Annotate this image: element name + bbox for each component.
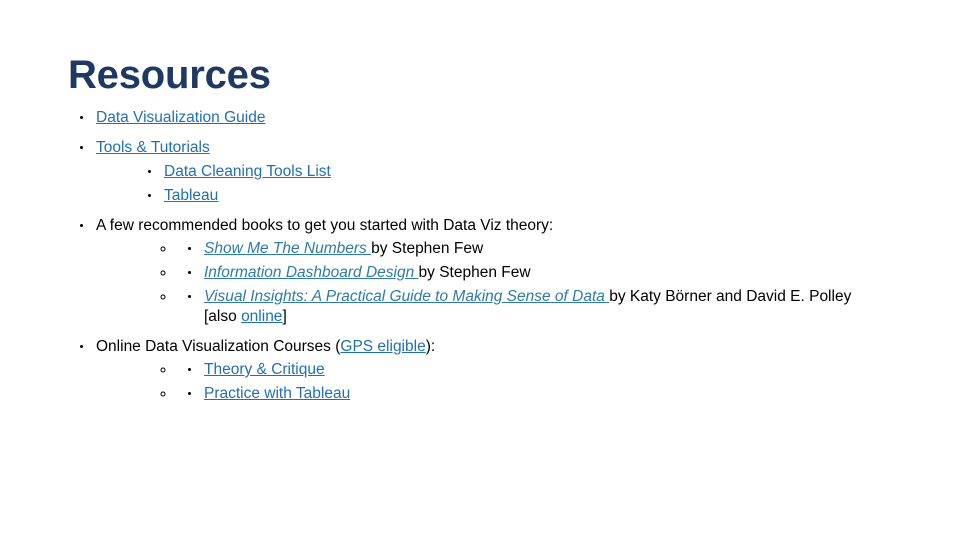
bullet-icon (188, 271, 191, 274)
top-level-list: Data Visualization Guide Tools & Tutoria… (68, 108, 918, 404)
bullet-icon (188, 247, 191, 250)
book-author-show-me-the-numbers: by Stephen Few (371, 240, 484, 257)
bullet-icon (80, 345, 83, 348)
link-tools-and-tutorials[interactable]: Tools & Tutorials (96, 139, 210, 156)
link-book-show-me-the-numbers[interactable]: Show Me The Numbers (204, 240, 371, 257)
list-item: Practice with Tableau (176, 384, 918, 404)
bullet-icon (148, 194, 151, 197)
also-online-line: [also online] (204, 307, 918, 327)
courses-sublist: Theory & Critique Practice with Tableau (136, 360, 918, 404)
courses-intro-prefix: Online Data Visualization Courses ( (96, 338, 341, 355)
link-book-information-dashboard-design[interactable]: Information Dashboard Design (204, 264, 419, 281)
list-item: A few recommended books to get you start… (68, 216, 918, 327)
bullet-icon (188, 392, 191, 395)
bullet-icon (80, 224, 83, 227)
book-author-visual-insights: by Katy Börner and David E. Polley (609, 288, 852, 305)
books-sublist: Show Me The Numbers by Stephen Few Infor… (136, 239, 918, 327)
link-gps-eligible[interactable]: GPS eligible (340, 338, 425, 355)
also-suffix-text: ] (282, 308, 287, 325)
link-practice-with-tableau[interactable]: Practice with Tableau (204, 385, 350, 402)
list-item: Data Cleaning Tools List (136, 162, 918, 182)
link-online-book[interactable]: online (241, 308, 282, 325)
bullet-icon (188, 295, 191, 298)
list-item: Online Data Visualization Courses (GPS e… (68, 337, 918, 404)
list-item: Visual Insights: A Practical Guide to Ma… (176, 287, 918, 327)
list-item: Data Visualization Guide (68, 108, 918, 128)
list-item: Tableau (136, 186, 918, 206)
list-item: Theory & Critique (176, 360, 918, 380)
link-data-visualization-guide[interactable]: Data Visualization Guide (96, 109, 265, 126)
also-prefix-text: [also (204, 308, 242, 325)
list-item: Show Me The Numbers by Stephen Few (176, 239, 918, 259)
link-theory-and-critique[interactable]: Theory & Critique (204, 361, 325, 378)
list-item: Information Dashboard Design by Stephen … (176, 263, 918, 283)
link-tableau[interactable]: Tableau (164, 187, 218, 204)
slide: Resources Data Visualization Guide Tools… (0, 0, 960, 540)
resources-list: Data Visualization Guide Tools & Tutoria… (68, 108, 918, 410)
bullet-icon (188, 368, 191, 371)
bullet-icon (80, 116, 83, 119)
link-data-cleaning-tools-list[interactable]: Data Cleaning Tools List (164, 163, 331, 180)
bullet-icon (148, 170, 151, 173)
book-author-information-dashboard-design: by Stephen Few (418, 264, 531, 281)
books-intro-text: A few recommended books to get you start… (96, 217, 554, 234)
courses-intro-suffix: ): (425, 338, 436, 355)
tools-sublist: Data Cleaning Tools List Tableau (136, 162, 918, 206)
bullet-icon (80, 146, 83, 149)
link-book-visual-insights[interactable]: Visual Insights: A Practical Guide to Ma… (204, 288, 609, 305)
page-title: Resources (68, 53, 271, 97)
list-item: Tools & Tutorials Data Cleaning Tools Li… (68, 138, 918, 206)
